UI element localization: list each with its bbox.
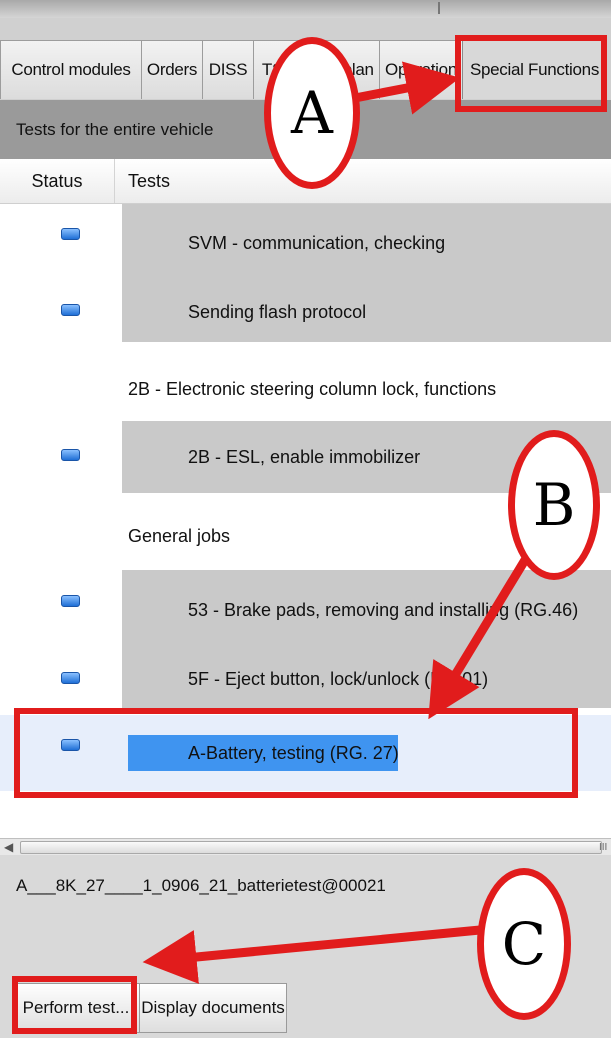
tab-operation[interactable]: Operation [379,40,463,99]
test-label: 2B - ESL, enable immobilizer [188,446,421,467]
status-icon [61,449,80,461]
status-icon [61,304,80,316]
scrollbar-thumb[interactable]: III [20,841,607,854]
horizontal-scrollbar[interactable]: ◀ III [0,838,611,855]
test-label: 53 - Brake pads, removing and installing… [188,599,579,620]
status-icon [61,595,80,607]
table-row[interactable]: SVM - communication, checking [0,204,611,282]
test-label: SVM - communication, checking [188,232,446,253]
callout-label-b: B [508,430,600,580]
table-row[interactable]: 5F - Eject button, lock/unlock (RG 01) [0,650,611,708]
callout-label-c: C [477,868,571,1020]
tab-control-modules[interactable]: Control modules [0,40,142,99]
window-top-strip [0,0,611,19]
callout-box-battery-test [14,708,578,798]
scrollbar-grip: III [599,842,608,853]
tab-diss[interactable]: DISS [202,40,254,99]
column-header-tests[interactable]: Tests [128,159,170,203]
test-label: Sending flash protocol [188,301,367,322]
display-documents-button[interactable]: Display documents [139,983,287,1033]
window-edge [438,2,446,14]
status-icon [61,672,80,684]
callout-box-special-functions [455,35,607,112]
table-row[interactable]: 53 - Brake pads, removing and installing… [0,570,611,650]
callout-label-a: A [264,37,360,189]
group-label: General jobs [128,525,231,546]
table-group-row[interactable]: 2B - Electronic steering column lock, fu… [0,351,611,427]
selected-test-filename: A___8K_27____1_0906_21_batterietest@0002… [16,876,386,895]
table-row[interactable]: Sending flash protocol [0,280,611,342]
column-header-status[interactable]: Status [0,159,115,203]
arrow-c [142,925,481,984]
scroll-left-icon[interactable]: ◀ [4,840,13,854]
test-label: 5F - Eject button, lock/unlock (RG 01) [188,668,489,689]
callout-box-perform-test [12,976,137,1034]
group-label: 2B - Electronic steering column lock, fu… [128,378,497,399]
status-icon [61,228,80,240]
tab-orders[interactable]: Orders [141,40,203,99]
